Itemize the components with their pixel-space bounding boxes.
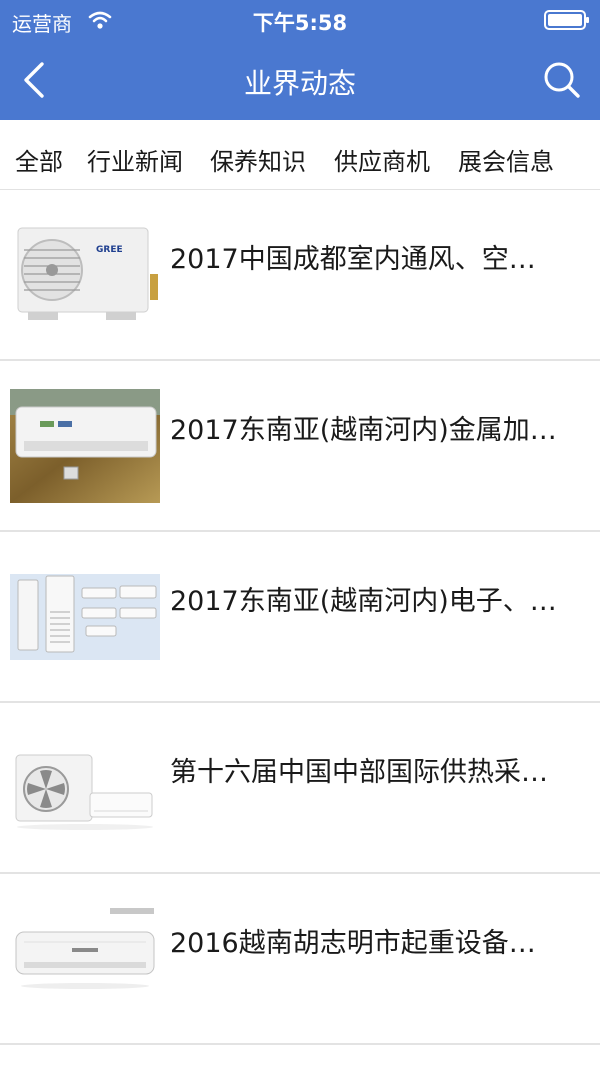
page-title: 业界动态 [243,67,356,100]
news-title: 2016越南胡志明市起重设备… [170,928,536,959]
news-item[interactable]: GREE 2017中国成都室内通风、空… [0,190,600,361]
wall-mounted-ac-image [10,389,160,503]
news-item[interactable]: 第十六届中国中部国际供热采… [0,703,600,874]
brand-logo-text: GREE [96,245,123,255]
gree-outdoor-ac-image: GREE [10,218,160,332]
navigation-bar: 业界动态 [0,40,600,120]
floor-and-wall-ac-image [10,574,160,660]
tab-exhibition-info[interactable]: 展会信息 [458,142,554,177]
news-title: 第十六届中国中部国际供热采… [170,757,548,788]
news-item[interactable]: 2017东南亚(越南河内)电子、… [0,532,600,703]
tab-maintenance-knowledge[interactable]: 保养知识 [210,142,306,177]
tab-supply-opportunities[interactable]: 供应商机 [334,142,430,177]
search-button[interactable] [540,58,584,102]
news-item[interactable]: 2017东南亚(越南河内)金属加… [0,361,600,532]
news-title: 2017中国成都室内通风、空… [170,244,536,275]
news-item[interactable]: 2016越南胡志明市起重设备… [0,874,600,1045]
split-ac-indoor-unit-image [10,902,160,1016]
news-title: 2017东南亚(越南河内)电子、… [170,586,557,617]
clock-time: 下午5:58 [252,11,348,35]
status-bar: 运营商 下午5:58 [0,0,600,40]
news-list: GREE 2017中国成都室内通风、空… 2017东南亚(越南河内)金属加… 2… [0,190,600,1045]
tab-all[interactable]: 全部 [15,142,63,177]
news-title: 2017东南亚(越南河内)金属加… [170,415,557,446]
battery-icon [544,10,589,30]
tab-industry-news[interactable]: 行业新闻 [87,142,183,177]
outdoor-and-split-ac-image [10,731,160,845]
category-tabs: 全部 行业新闻 保养知识 供应商机 展会信息 [0,120,600,190]
search-icon [544,62,580,98]
